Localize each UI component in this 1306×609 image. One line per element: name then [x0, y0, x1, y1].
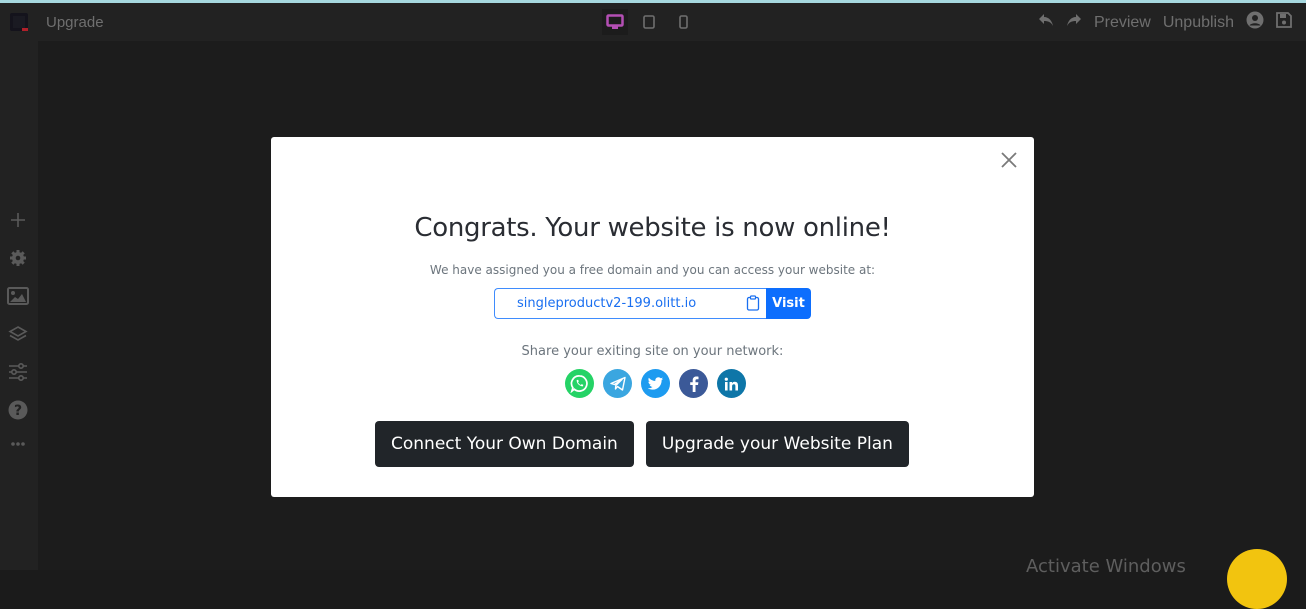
layers-button[interactable] [5, 321, 31, 347]
account-button[interactable] [1246, 11, 1264, 34]
site-url-group: singleproductv2-199.olitt.io Visit [494, 288, 811, 319]
save-icon [1276, 12, 1292, 28]
mobile-icon [678, 15, 688, 29]
close-icon [1001, 152, 1017, 168]
tablet-icon [643, 15, 655, 29]
connect-domain-button[interactable]: Connect Your Own Domain [375, 421, 634, 467]
device-mobile-button[interactable] [670, 9, 696, 35]
more-button[interactable] [5, 431, 31, 457]
share-twitter-button[interactable] [641, 369, 670, 398]
editor-sidebar: ? [0, 41, 38, 570]
save-button[interactable] [1276, 12, 1292, 33]
share-label: Share your exiting site on your network: [521, 344, 784, 359]
modal-title: Congrats. Your website is now online! [414, 213, 891, 243]
plus-icon [11, 213, 25, 227]
telegram-icon [609, 376, 626, 391]
redo-button[interactable] [1066, 13, 1082, 32]
share-linkedin-button[interactable] [717, 369, 746, 398]
svg-text:?: ? [14, 403, 22, 419]
app-title[interactable]: Upgrade [46, 14, 104, 31]
social-share-row [271, 369, 1034, 398]
adjustments-button[interactable] [5, 359, 31, 385]
twitter-icon [647, 376, 664, 390]
device-switcher [602, 9, 696, 35]
upgrade-plan-button[interactable]: Upgrade your Website Plan [645, 421, 909, 467]
device-tablet-button[interactable] [636, 9, 662, 35]
undo-icon [1038, 14, 1053, 26]
facebook-icon [689, 376, 698, 392]
topbar-actions: Preview Unpublish [1038, 11, 1292, 34]
redo-icon [1066, 14, 1081, 26]
settings-button[interactable] [5, 245, 31, 271]
add-element-button[interactable] [5, 207, 31, 233]
modal-actions: Connect Your Own Domain Upgrade your Web… [375, 421, 909, 467]
media-button[interactable] [5, 283, 31, 309]
close-button[interactable] [998, 149, 1020, 171]
gear-icon [10, 250, 26, 266]
visit-button[interactable]: Visit [766, 288, 811, 319]
desktop-icon [606, 14, 624, 29]
help-button[interactable]: ? [5, 397, 31, 423]
publish-success-modal: Congrats. Your website is now online! We… [271, 137, 1034, 497]
help-icon: ? [8, 400, 28, 420]
clipboard-icon [746, 295, 760, 311]
app-logo[interactable] [10, 13, 28, 31]
user-circle-icon [1246, 11, 1264, 29]
chat-help-bubble[interactable] [1227, 549, 1287, 609]
share-facebook-button[interactable] [679, 369, 708, 398]
linkedin-icon [724, 377, 738, 390]
whatsapp-icon [570, 375, 588, 393]
preview-button[interactable]: Preview [1094, 14, 1151, 32]
device-desktop-button[interactable] [602, 9, 628, 35]
image-icon [7, 287, 29, 305]
copy-url-button[interactable] [746, 295, 760, 315]
layers-icon [8, 326, 28, 341]
share-telegram-button[interactable] [603, 369, 632, 398]
unpublish-button[interactable]: Unpublish [1163, 14, 1234, 32]
site-url-text: singleproductv2-199.olitt.io [517, 296, 697, 311]
modal-subtitle: We have assigned you a free domain and y… [429, 263, 876, 277]
sliders-icon [9, 362, 27, 382]
more-icon [11, 442, 25, 446]
share-whatsapp-button[interactable] [565, 369, 594, 398]
site-url-field[interactable]: singleproductv2-199.olitt.io [494, 288, 766, 319]
activate-windows-watermark: Activate Windows [1026, 556, 1186, 577]
undo-button[interactable] [1038, 13, 1054, 32]
editor-topbar: Upgrade Preview Unpublish [0, 3, 1306, 41]
